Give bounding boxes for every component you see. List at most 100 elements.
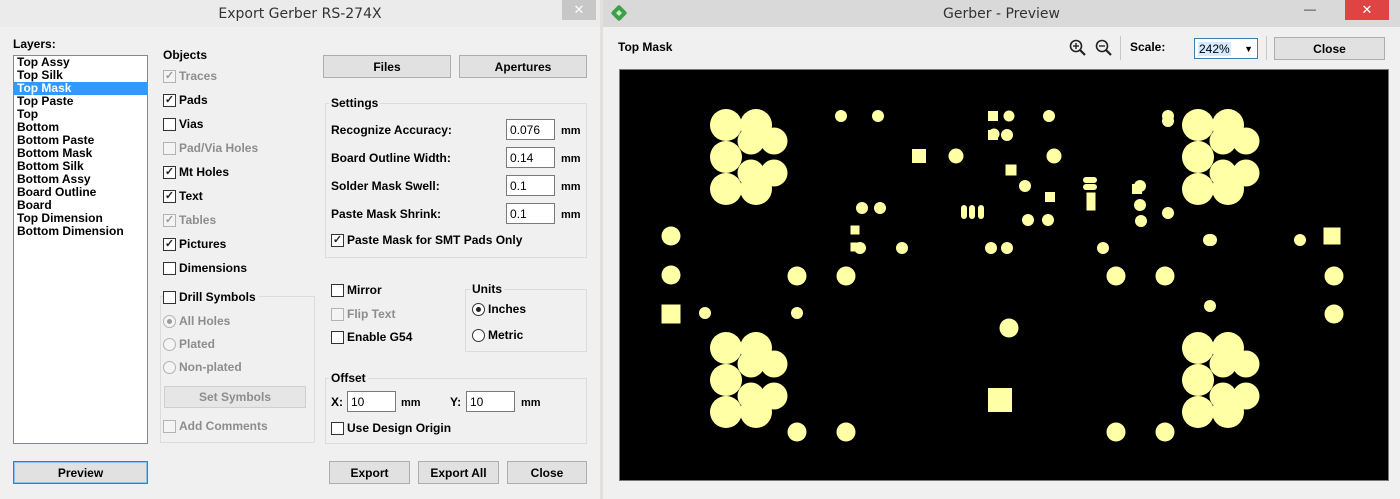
preview-titlebar[interactable]: Gerber - Preview bbox=[603, 0, 1400, 27]
mask-pad bbox=[699, 307, 711, 319]
enable-g54-check-icon bbox=[331, 330, 344, 344]
setting-input[interactable] bbox=[506, 203, 555, 224]
units-option-label: Metric bbox=[488, 328, 524, 342]
drill-symbols-checkbox[interactable]: Drill Symbols bbox=[163, 289, 259, 305]
units-radio[interactable]: Metric bbox=[472, 327, 523, 343]
mask-pad-oblong bbox=[1083, 177, 1097, 183]
paste-mask-smt-label: Paste Mask for SMT Pads Only bbox=[347, 233, 523, 247]
preview-button[interactable]: Preview bbox=[13, 461, 148, 484]
drill-option-radio[interactable]: Plated bbox=[163, 336, 215, 352]
mask-pad-square bbox=[912, 149, 926, 163]
mask-pad bbox=[1022, 214, 1034, 226]
export-all-button[interactable]: Export All bbox=[418, 461, 499, 484]
paste-mask-smt-checkbox[interactable]: ✓ Paste Mask for SMT Pads Only bbox=[331, 232, 522, 248]
object-checkbox[interactable]: ✓ Pads bbox=[163, 92, 208, 108]
gerber-preview-window: Gerber - Preview — ✕ Top Mask Scale: 242… bbox=[603, 0, 1400, 499]
mirror-check-icon bbox=[331, 283, 344, 297]
drill-option-radio[interactable]: All Holes bbox=[163, 313, 230, 329]
setting-input[interactable] bbox=[506, 147, 555, 168]
offset-x-input[interactable] bbox=[347, 391, 396, 412]
mask-pad bbox=[791, 307, 803, 319]
export-button[interactable]: Export bbox=[329, 461, 410, 484]
mask-pad bbox=[835, 110, 847, 122]
preview-close-button[interactable]: Close bbox=[1274, 37, 1385, 60]
scale-dropdown[interactable]: 242% ▼ bbox=[1194, 38, 1258, 59]
check-icon: ✓ bbox=[163, 165, 176, 179]
object-checkbox[interactable]: Dimensions bbox=[163, 260, 247, 276]
minimize-icon[interactable]: — bbox=[1295, 0, 1325, 20]
check-icon bbox=[163, 141, 176, 155]
mask-pad bbox=[1232, 350, 1260, 378]
mask-pad bbox=[710, 364, 742, 396]
toolbar-divider-2 bbox=[1266, 36, 1267, 60]
object-checkbox[interactable]: ✓ Traces bbox=[163, 68, 217, 84]
mask-pad bbox=[1003, 110, 1015, 122]
mask-pad bbox=[874, 202, 886, 214]
mask-pad bbox=[1232, 127, 1260, 155]
use-design-origin-checkbox[interactable]: Use Design Origin bbox=[331, 420, 451, 436]
top-mask-artwork bbox=[661, 109, 1344, 442]
setting-unit: mm bbox=[561, 153, 581, 165]
object-label: Pad/Via Holes bbox=[179, 141, 259, 155]
object-checkbox[interactable]: ✓ Pictures bbox=[163, 236, 226, 252]
layers-listbox[interactable]: Top Assy Top Silk Top Mask Top Paste Top Bott… bbox=[13, 55, 148, 444]
mask-pad-square bbox=[1005, 164, 1017, 176]
gerber-board-canvas[interactable] bbox=[619, 69, 1389, 481]
preview-title: Gerber - Preview bbox=[943, 5, 1060, 22]
mask-pad bbox=[999, 318, 1019, 338]
object-checkbox[interactable]: ✓ Tables bbox=[163, 212, 216, 228]
mirror-checkbox[interactable]: Mirror bbox=[331, 282, 382, 298]
mask-pad-oblong bbox=[969, 205, 975, 219]
check-icon: ✓ bbox=[163, 213, 176, 227]
mask-pad bbox=[1232, 382, 1260, 410]
mask-pad bbox=[1134, 199, 1146, 211]
object-label: Pads bbox=[179, 93, 208, 107]
settings-label: Settings bbox=[329, 96, 381, 110]
mask-pad bbox=[1001, 129, 1013, 141]
drill-option-label: Plated bbox=[179, 337, 216, 351]
mask-pad bbox=[710, 396, 742, 428]
radio-icon bbox=[472, 328, 485, 342]
object-checkbox[interactable]: ✓ Mt Holes bbox=[163, 164, 229, 180]
mask-pad bbox=[661, 265, 681, 285]
mask-pad bbox=[737, 159, 765, 187]
object-checkbox[interactable]: Pad/Via Holes bbox=[163, 140, 258, 156]
zoom-out-icon[interactable] bbox=[1094, 38, 1114, 58]
mask-pad bbox=[760, 159, 788, 187]
object-label: Tables bbox=[179, 213, 217, 227]
object-label: Traces bbox=[179, 69, 218, 83]
flip-text-checkbox[interactable]: Flip Text bbox=[331, 306, 395, 322]
object-label: Text bbox=[179, 189, 203, 203]
mask-pad bbox=[1209, 350, 1237, 378]
mask-pad bbox=[1182, 332, 1214, 364]
close-button[interactable]: Close bbox=[507, 461, 587, 484]
offset-y-unit: mm bbox=[521, 397, 541, 409]
mask-pad bbox=[1001, 242, 1013, 254]
drill-option-radio[interactable]: Non-plated bbox=[163, 359, 242, 375]
export-dialog-titlebar[interactable]: Export Gerber RS-274X bbox=[0, 0, 600, 27]
mask-pad bbox=[1097, 242, 1109, 254]
export-dialog-close-icon[interactable]: ✕ bbox=[562, 0, 596, 20]
apertures-button[interactable]: Apertures bbox=[459, 55, 587, 78]
setting-unit: mm bbox=[561, 209, 581, 221]
add-comments-checkbox[interactable]: Add Comments bbox=[163, 418, 268, 434]
enable-g54-checkbox[interactable]: Enable G54 bbox=[331, 329, 412, 345]
mask-pad bbox=[1155, 266, 1175, 286]
layer-item[interactable]: Bottom Dimension bbox=[14, 225, 147, 238]
setting-input[interactable] bbox=[506, 119, 555, 140]
setting-input[interactable] bbox=[506, 175, 555, 196]
set-symbols-button[interactable]: Set Symbols bbox=[164, 386, 306, 408]
offset-x-label: X: bbox=[331, 395, 343, 409]
preview-close-icon[interactable]: ✕ bbox=[1345, 0, 1389, 20]
drill-option-label: Non-plated bbox=[179, 360, 242, 374]
offset-y-input[interactable] bbox=[466, 391, 515, 412]
radio-icon bbox=[163, 360, 176, 374]
mask-pad bbox=[1204, 300, 1216, 312]
object-checkbox[interactable]: Vias bbox=[163, 116, 203, 132]
mask-pad-square bbox=[1323, 227, 1341, 245]
mask-pad bbox=[1162, 115, 1174, 127]
object-checkbox[interactable]: ✓ Text bbox=[163, 188, 203, 204]
units-radio[interactable]: Inches bbox=[472, 301, 526, 317]
files-button[interactable]: Files bbox=[323, 55, 451, 78]
zoom-in-icon[interactable] bbox=[1068, 38, 1088, 58]
